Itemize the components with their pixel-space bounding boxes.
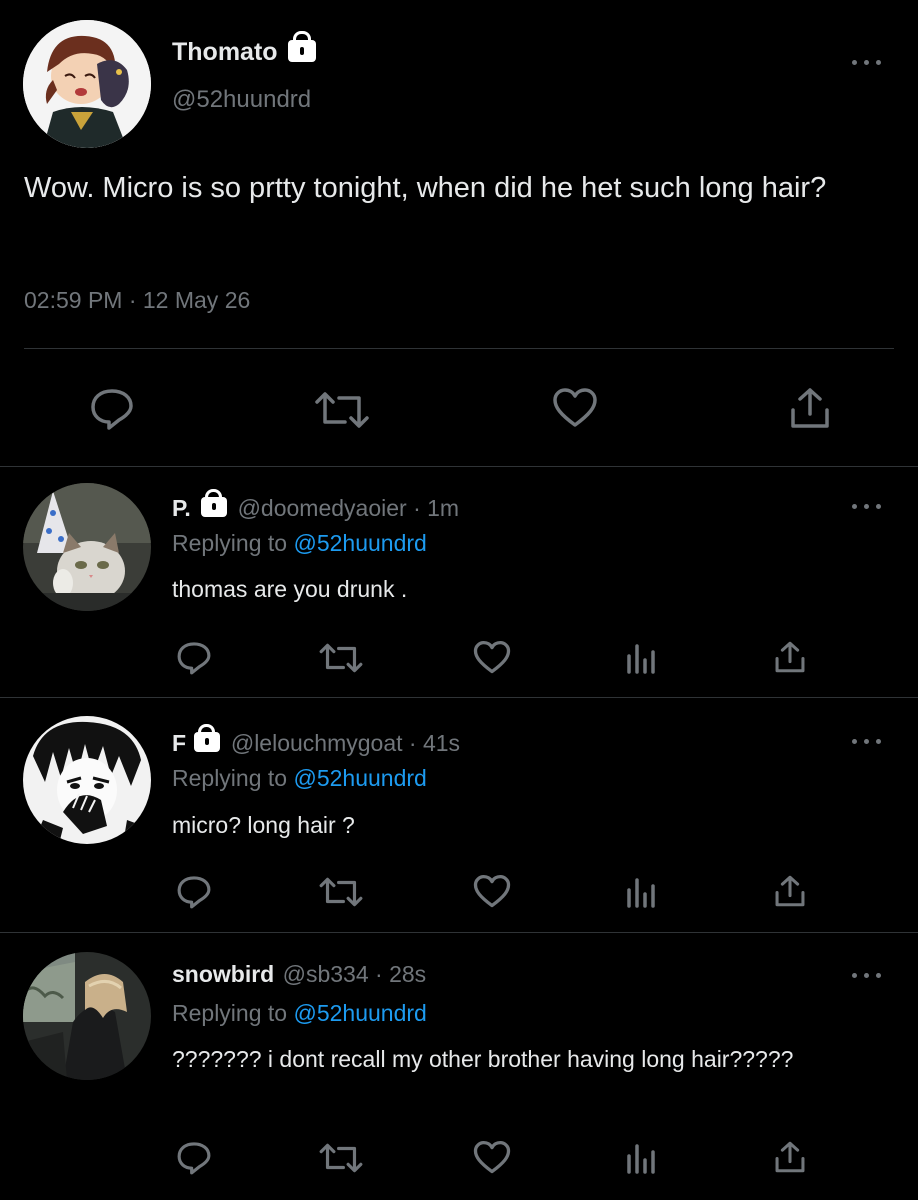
like-icon[interactable] [552,387,598,429]
divider [24,348,894,349]
retweet-icon[interactable] [318,642,364,674]
reply-handle[interactable]: @doomedyaoier [238,495,407,521]
replying-to-label: Replying to [172,530,288,556]
reply-display-name[interactable]: P. [172,495,191,521]
divider [0,932,918,933]
like-icon[interactable] [473,1140,511,1175]
reply-text: micro? long hair ? [172,812,355,838]
analytics-icon[interactable] [625,1142,657,1174]
reply-avatar[interactable] [23,952,151,1080]
reply-icon[interactable] [176,640,212,676]
retweet-icon[interactable] [318,1142,364,1174]
divider [0,466,918,467]
divider [0,697,918,698]
replying-to-handle[interactable]: @52huundrd [293,530,426,556]
more-options-icon[interactable] [852,57,882,67]
lock-icon [288,31,316,62]
reply-avatar[interactable] [23,483,151,611]
lock-icon [194,724,221,752]
replying-to-label: Replying to [172,1000,288,1026]
tweet-text: Wow. Micro is so prtty tonight, when did… [24,172,827,204]
retweet-icon[interactable] [313,390,371,430]
analytics-icon[interactable] [625,876,657,908]
reply-icon[interactable] [89,387,135,431]
main-avatar[interactable] [23,20,151,148]
reply-time[interactable]: · 28s [375,961,426,987]
reply-icon[interactable] [176,874,212,910]
main-avatar-image [23,20,151,148]
tweet-timestamp[interactable]: 02:59 PM · 12 May 26 [24,287,250,314]
reply-handle[interactable]: @sb334 [283,961,369,987]
like-icon[interactable] [473,874,511,909]
more-options-icon[interactable] [852,970,882,980]
replying-to-label: Replying to [172,765,288,791]
reply-icon[interactable] [176,1140,212,1176]
share-icon[interactable] [789,386,831,430]
reply-display-name[interactable]: snowbird [172,961,274,987]
share-icon[interactable] [774,640,806,674]
replying-to-handle[interactable]: @52huundrd [293,765,426,791]
author-display-name[interactable]: Thomato [172,38,278,66]
more-options-icon[interactable] [852,736,882,746]
reply-handle[interactable]: @lelouchmygoat [231,730,403,756]
replying-to-handle[interactable]: @52huundrd [293,1000,426,1026]
analytics-icon[interactable] [625,642,657,674]
author-handle[interactable]: @52huundrd [172,86,311,114]
retweet-icon[interactable] [318,876,364,908]
reply-display-name[interactable]: F [172,730,186,756]
share-icon[interactable] [774,874,806,908]
lock-icon [201,489,228,517]
reply-text: thomas are you drunk . [172,576,408,602]
share-icon[interactable] [774,1140,806,1174]
cat-avatar-image [23,483,151,611]
reply-text: ??????? i dont recall my other brother h… [172,1046,794,1072]
reply-time[interactable]: · 41s [409,730,460,756]
manga-avatar-image [23,716,151,844]
reply-avatar[interactable] [23,716,151,844]
snowbird-avatar-image [23,952,151,1080]
more-options-icon[interactable] [852,501,882,511]
like-icon[interactable] [473,640,511,675]
reply-time[interactable]: · 1m [413,495,459,521]
